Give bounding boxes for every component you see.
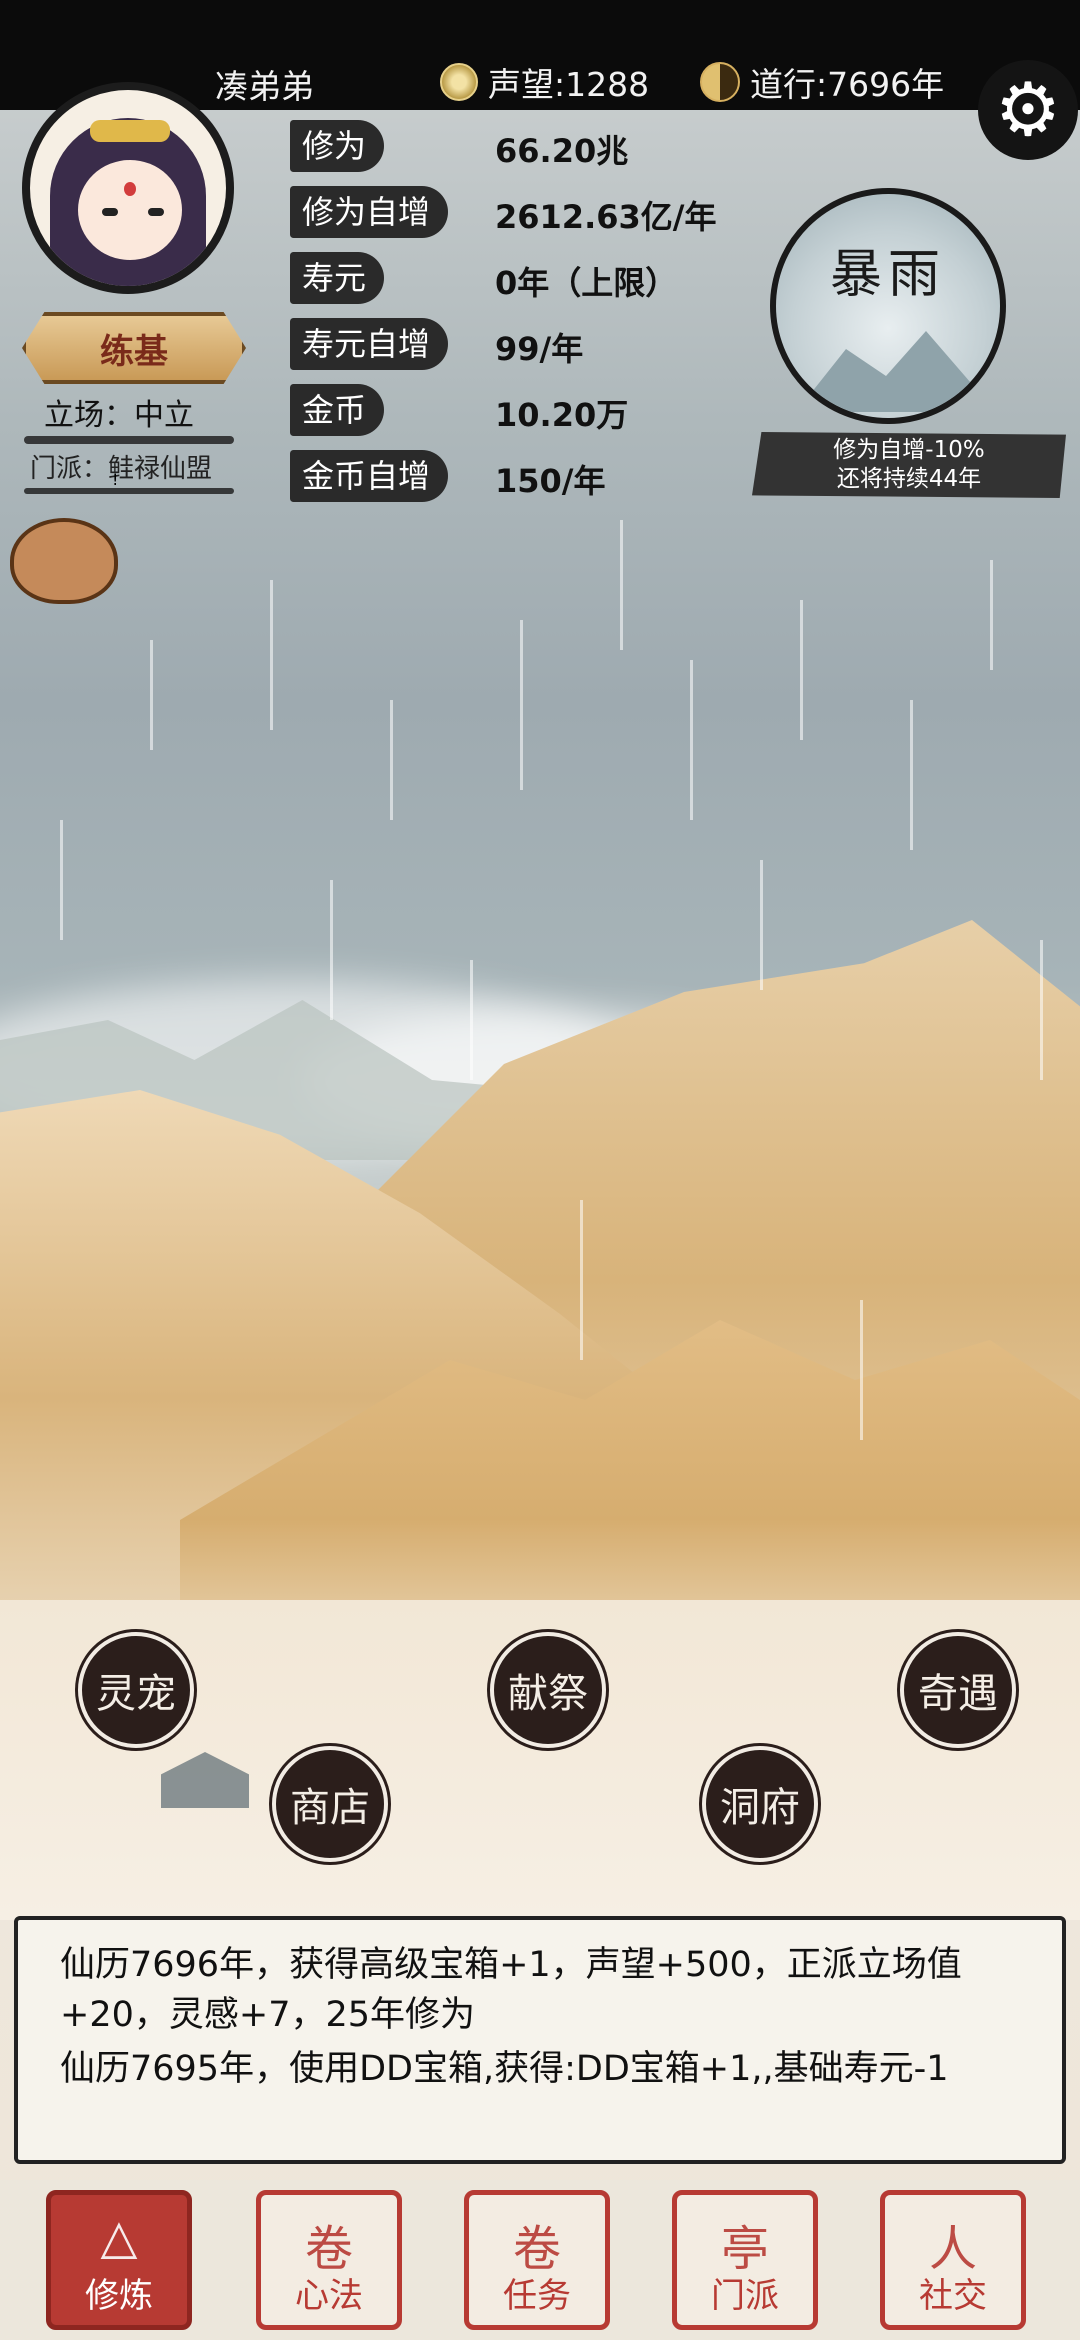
- coin-icon: [440, 63, 478, 101]
- stat-value: 10.20万: [495, 396, 629, 434]
- tab-quests[interactable]: 卷 任务: [464, 2190, 610, 2330]
- shop-button[interactable]: 商店: [272, 1746, 388, 1862]
- tab-label: 修炼: [85, 2276, 153, 2316]
- player-avatar[interactable]: [22, 82, 234, 294]
- tab-methods[interactable]: 卷 心法: [256, 2190, 402, 2330]
- log-entry: 仙历7696年，获得高级宝箱+1，声望+500，正派立场值+20，灵感+7，25…: [60, 1945, 962, 2035]
- stat-row-cultivation-rate: 修为自增 2612.63亿/年: [290, 186, 760, 242]
- stat-row-gold-rate: 金币自增 150/年: [290, 450, 760, 506]
- tab-sect[interactable]: 亭 门派: [672, 2190, 818, 2330]
- stat-value: 150/年: [495, 462, 606, 500]
- stat-label: 寿元自增: [290, 318, 449, 370]
- weather-duration: 还将持续44年: [836, 466, 982, 492]
- stat-label: 金币: [290, 384, 385, 436]
- realm-badge: 练基: [22, 312, 246, 384]
- weather-title: 暴雨: [829, 245, 946, 305]
- stat-row-gold: 金币 10.20万: [290, 384, 760, 440]
- stat-label: 修为: [290, 120, 385, 172]
- tab-label: 心法: [295, 2276, 363, 2316]
- stat-label: 寿元: [290, 252, 385, 304]
- weather-effect: 修为自增-10%: [833, 437, 985, 463]
- stat-value: 99/年: [495, 330, 584, 368]
- reputation-value: 声望:1288: [488, 65, 650, 104]
- bag-icon: [10, 518, 118, 604]
- log-entry: 仙历7695年，使用DD宝箱,获得:DD宝箱+1,,基础寿元-1: [60, 2049, 949, 2089]
- stat-row-cultivation: 修为 66.20兆: [290, 120, 760, 176]
- weather-effect-banner: 修为自增-10% 还将持续44年: [752, 432, 1066, 498]
- reputation-display: 声望:1288: [440, 58, 649, 106]
- stat-row-lifespan: 寿元 0年（上限）: [290, 252, 760, 308]
- stat-value: 2612.63亿/年: [495, 198, 717, 236]
- player-name: 凑弟弟: [215, 67, 314, 106]
- stat-label: 修为自增: [290, 186, 449, 238]
- adventure-button[interactable]: 奇遇: [900, 1632, 1016, 1748]
- tab-label: 门派: [711, 2276, 779, 2316]
- sacrifice-button[interactable]: 献祭: [490, 1632, 606, 1748]
- weather-badge[interactable]: 暴雨: [770, 188, 1006, 424]
- stat-value: 0年（上限）: [495, 264, 678, 302]
- tab-label: 社交: [919, 2276, 987, 2316]
- stat-row-lifespan-rate: 寿元自增 99/年: [290, 318, 760, 374]
- dao-display: 道行:7696年: [700, 58, 944, 106]
- gear-icon: ⚙: [994, 67, 1062, 153]
- cave-button[interactable]: 洞府: [702, 1746, 818, 1862]
- pet-button[interactable]: 灵宠: [78, 1632, 194, 1748]
- settings-button[interactable]: ⚙: [978, 60, 1078, 160]
- tab-label: 任务: [503, 2276, 571, 2316]
- mountain-icon: △: [100, 2209, 138, 2265]
- event-log[interactable]: 仙历7696年，获得高级宝箱+1，声望+500，正派立场值+20，灵感+7，25…: [14, 1916, 1066, 2164]
- yinyang-icon: [700, 62, 740, 102]
- dao-value: 道行:7696年: [750, 65, 945, 104]
- inventory-bag-button[interactable]: [0, 500, 120, 604]
- stat-value: 66.20兆: [495, 132, 629, 170]
- stat-label: 金币自增: [290, 450, 449, 502]
- tab-cultivate[interactable]: △ 修炼: [46, 2190, 192, 2330]
- brush-divider: [24, 436, 234, 444]
- tab-social[interactable]: 人 社交: [880, 2190, 1026, 2330]
- stance-label: 立场：中立: [44, 398, 194, 433]
- alert-icon: !: [112, 470, 119, 489]
